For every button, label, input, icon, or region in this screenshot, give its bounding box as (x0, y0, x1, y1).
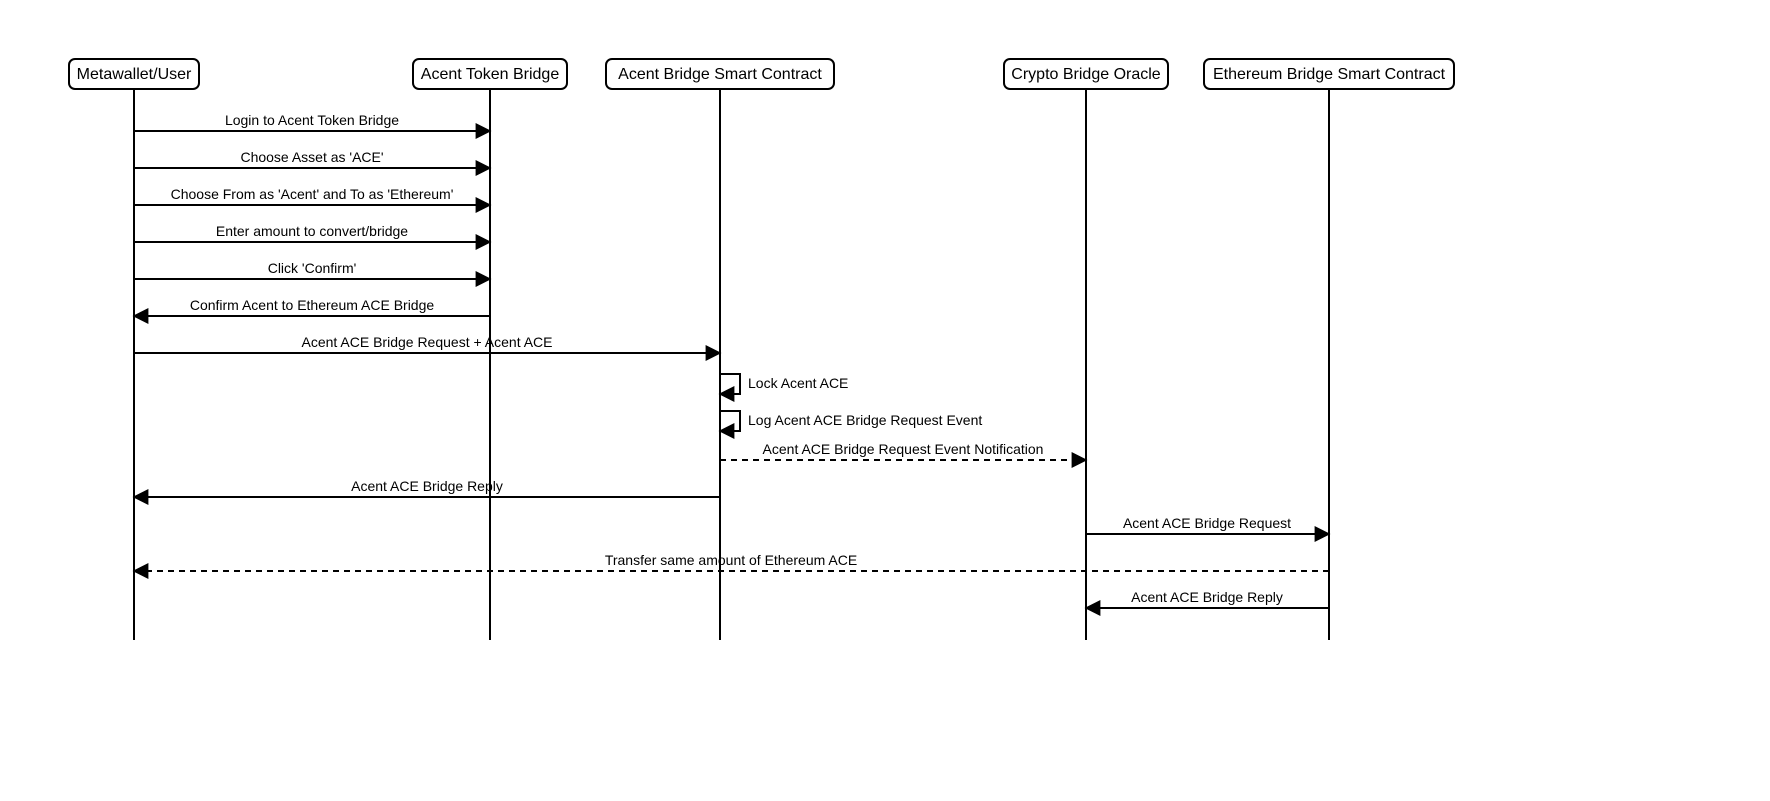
message-label: Acent ACE Bridge Request + Acent ACE (302, 334, 553, 350)
self-message-arrow (720, 374, 740, 394)
participant-metawallet-user: Metawallet/User (69, 59, 199, 89)
message-label: Transfer same amount of Ethereum ACE (605, 552, 857, 568)
message-label: Click 'Confirm' (268, 260, 357, 276)
message-label: Acent ACE Bridge Request Event Notificat… (763, 441, 1044, 457)
participant-label: Acent Bridge Smart Contract (618, 66, 822, 83)
sequence-diagram: Metawallet/User Acent Token Bridge Acent… (0, 0, 1770, 801)
message-label: Acent ACE Bridge Request (1123, 515, 1291, 531)
participant-acent-bridge-smart-contract: Acent Bridge Smart Contract (606, 59, 834, 89)
participant-label: Ethereum Bridge Smart Contract (1213, 66, 1446, 83)
message-label: Lock Acent ACE (748, 375, 848, 391)
self-message-arrow (720, 411, 740, 431)
participant-acent-token-bridge: Acent Token Bridge (413, 59, 567, 89)
message-label: Login to Acent Token Bridge (225, 112, 399, 128)
participant-label: Metawallet/User (77, 66, 192, 83)
message-label: Acent ACE Bridge Reply (1131, 589, 1283, 605)
participant-ethereum-bridge-smart-contract: Ethereum Bridge Smart Contract (1204, 59, 1454, 89)
message-label: Choose From as 'Acent' and To as 'Ethere… (171, 186, 454, 202)
message-label: Log Acent ACE Bridge Request Event (748, 412, 982, 428)
participant-label: Acent Token Bridge (421, 66, 560, 83)
message-label: Confirm Acent to Ethereum ACE Bridge (190, 297, 435, 313)
message-label: Acent ACE Bridge Reply (351, 478, 503, 494)
message-label: Enter amount to convert/bridge (216, 223, 408, 239)
message-label: Choose Asset as 'ACE' (240, 149, 383, 165)
participant-label: Crypto Bridge Oracle (1011, 66, 1160, 83)
participant-crypto-bridge-oracle: Crypto Bridge Oracle (1004, 59, 1168, 89)
